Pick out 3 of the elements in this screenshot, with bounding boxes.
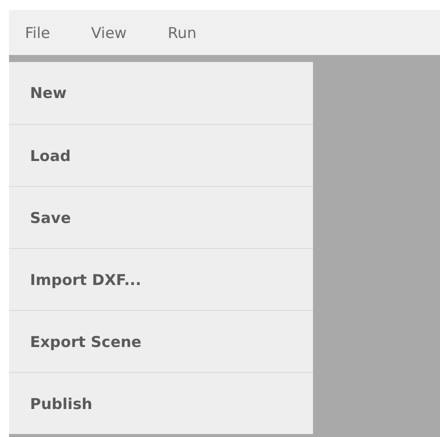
menu-bar-item[interactable]: View bbox=[91, 24, 127, 42]
menu-bar-item[interactable]: Run bbox=[168, 24, 196, 42]
menu-bar-item[interactable]: File bbox=[25, 24, 50, 42]
